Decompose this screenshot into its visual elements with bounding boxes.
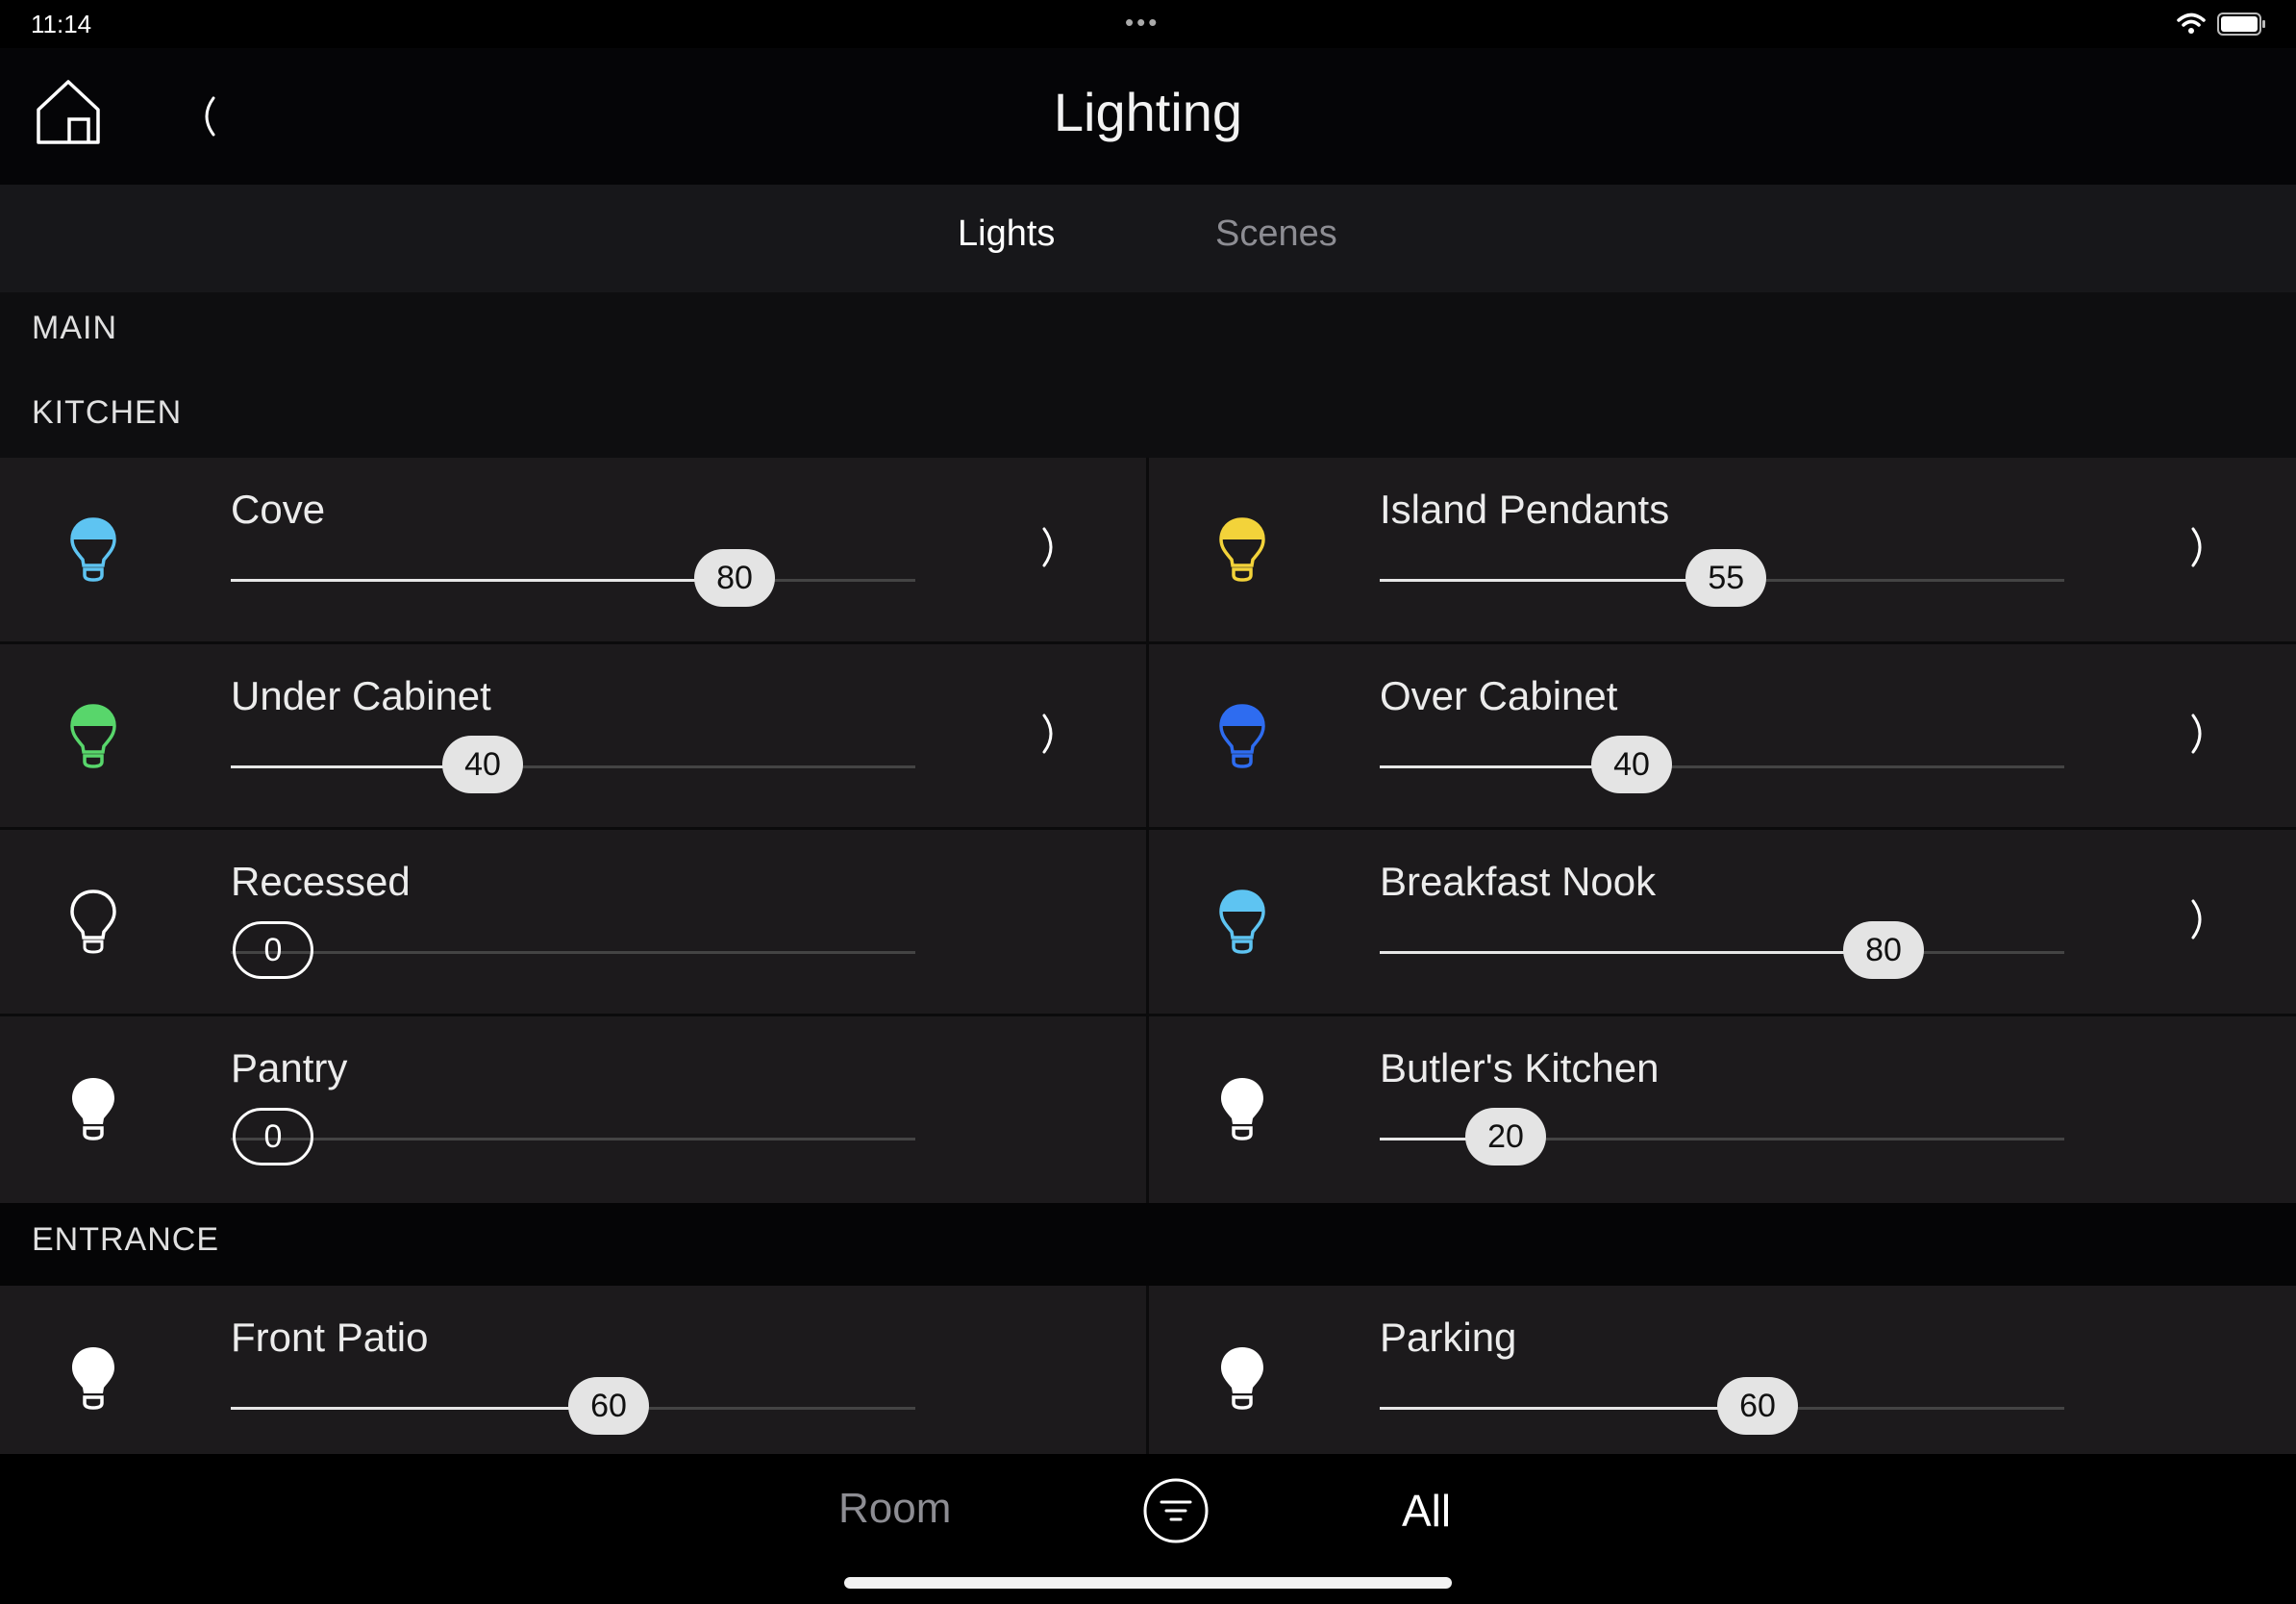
lightbulb-icon[interactable]	[67, 515, 119, 588]
page-title: Lighting	[1053, 82, 1243, 142]
dimmer-knob[interactable]: 20	[1465, 1108, 1546, 1165]
dimmer-knob[interactable]: 40	[442, 736, 524, 793]
lightbulb-icon[interactable]	[1216, 515, 1268, 588]
light-cell-front-patio[interactable]: Front Patio 60	[0, 1286, 1146, 1468]
light-cell-butler-s-kitchen[interactable]: Butler's Kitchen 20	[1149, 1016, 2295, 1199]
light-cell-breakfast-nook[interactable]: Breakfast Nook 80	[1149, 830, 2295, 1013]
dimmer-knob[interactable]: 60	[1717, 1377, 1799, 1435]
section-band	[0, 292, 2296, 458]
dimmer-knob[interactable]: 0	[233, 921, 313, 979]
light-name: Butler's Kitchen	[1380, 1045, 1660, 1090]
dimmer-knob[interactable]: 55	[1685, 549, 1767, 607]
dimmer-slider[interactable]: 0	[231, 921, 915, 979]
dimmer-slider[interactable]: 40	[1380, 736, 2064, 793]
light-name: Cove	[231, 487, 326, 532]
lightbulb-icon[interactable]	[67, 702, 119, 774]
chevron-right-icon[interactable]	[2187, 897, 2212, 946]
wifi-icon	[2177, 13, 2206, 34]
dimmer-knob[interactable]: 0	[233, 1108, 313, 1165]
dimmer-slider[interactable]: 0	[231, 1108, 915, 1165]
dimmer-slider[interactable]: 60	[231, 1377, 915, 1435]
dimmer-slider[interactable]: 80	[231, 549, 915, 607]
light-cell-recessed[interactable]: Recessed 0	[0, 830, 1146, 1013]
light-name: Under Cabinet	[231, 673, 491, 718]
light-name: Front Patio	[231, 1315, 429, 1360]
bottom-bar: Room All	[0, 1454, 2296, 1604]
lightbulb-icon[interactable]	[1216, 702, 1268, 774]
dimmer-fill	[1380, 579, 1727, 582]
dimmer-slider[interactable]: 55	[1380, 549, 2064, 607]
dimmer-fill	[231, 1407, 610, 1410]
light-cell-over-cabinet[interactable]: Over Cabinet 40	[1149, 644, 2295, 827]
light-cell-pantry[interactable]: Pantry 0	[0, 1016, 1146, 1199]
status-time: 11:14	[31, 10, 92, 38]
section-label-entrance: ENTRANCE	[32, 1221, 220, 1258]
light-cell-island-pendants[interactable]: Island Pendants 55	[1149, 458, 2295, 640]
dimmer-fill	[1380, 951, 1884, 954]
chevron-right-icon[interactable]	[1038, 525, 1063, 574]
light-name: Parking	[1380, 1315, 1517, 1360]
lightbulb-icon[interactable]	[67, 1343, 119, 1416]
multitasking-dots[interactable]: •••	[1125, 8, 1160, 38]
room-filter-button[interactable]: Room	[838, 1485, 951, 1533]
section-label-kitchen: KITCHEN	[32, 394, 183, 431]
lightbulb-icon[interactable]	[1216, 1343, 1268, 1416]
dimmer-slider[interactable]: 40	[231, 736, 915, 793]
app-header: Lighting	[0, 48, 2296, 185]
chevron-right-icon[interactable]	[2187, 525, 2212, 574]
dimmer-fill	[231, 579, 736, 582]
tab-bar: Lights Scenes	[0, 185, 2296, 292]
light-name: Over Cabinet	[1380, 673, 1618, 718]
dimmer-knob[interactable]: 80	[694, 549, 776, 607]
light-cell-parking[interactable]: Parking 60	[1149, 1286, 2295, 1468]
dimmer-slider[interactable]: 20	[1380, 1108, 2064, 1165]
lightbulb-icon[interactable]	[67, 888, 119, 960]
section-label-main: MAIN	[32, 310, 117, 346]
home-indicator	[844, 1577, 1452, 1589]
lightbulb-icon[interactable]	[67, 1074, 119, 1146]
dimmer-fill	[1380, 1407, 1759, 1410]
lightbulb-icon[interactable]	[1216, 888, 1268, 960]
chevron-right-icon[interactable]	[2187, 712, 2212, 761]
battery-icon	[2217, 13, 2265, 36]
status-bar: 11:14 •••	[0, 0, 2296, 48]
filter-icon[interactable]	[1142, 1477, 1210, 1544]
all-filter-button[interactable]: All	[1402, 1485, 1451, 1537]
tab-lights[interactable]: Lights	[958, 213, 1055, 255]
light-cell-under-cabinet[interactable]: Under Cabinet 40	[0, 644, 1146, 827]
chevron-right-icon[interactable]	[1038, 712, 1063, 761]
dimmer-knob[interactable]: 80	[1843, 921, 1925, 979]
tab-scenes[interactable]: Scenes	[1215, 213, 1337, 255]
dimmer-knob[interactable]: 40	[1591, 736, 1673, 793]
lightbulb-icon[interactable]	[1216, 1074, 1268, 1146]
dimmer-slider[interactable]: 60	[1380, 1377, 2064, 1435]
dimmer-slider[interactable]: 80	[1380, 921, 2064, 979]
light-name: Pantry	[231, 1045, 348, 1090]
light-name: Recessed	[231, 859, 411, 904]
light-name: Breakfast Nook	[1380, 859, 1657, 904]
dimmer-knob[interactable]: 60	[568, 1377, 650, 1435]
light-name: Island Pendants	[1380, 487, 1670, 532]
section-band	[0, 1203, 2296, 1286]
light-cell-cove[interactable]: Cove 80	[0, 458, 1146, 640]
